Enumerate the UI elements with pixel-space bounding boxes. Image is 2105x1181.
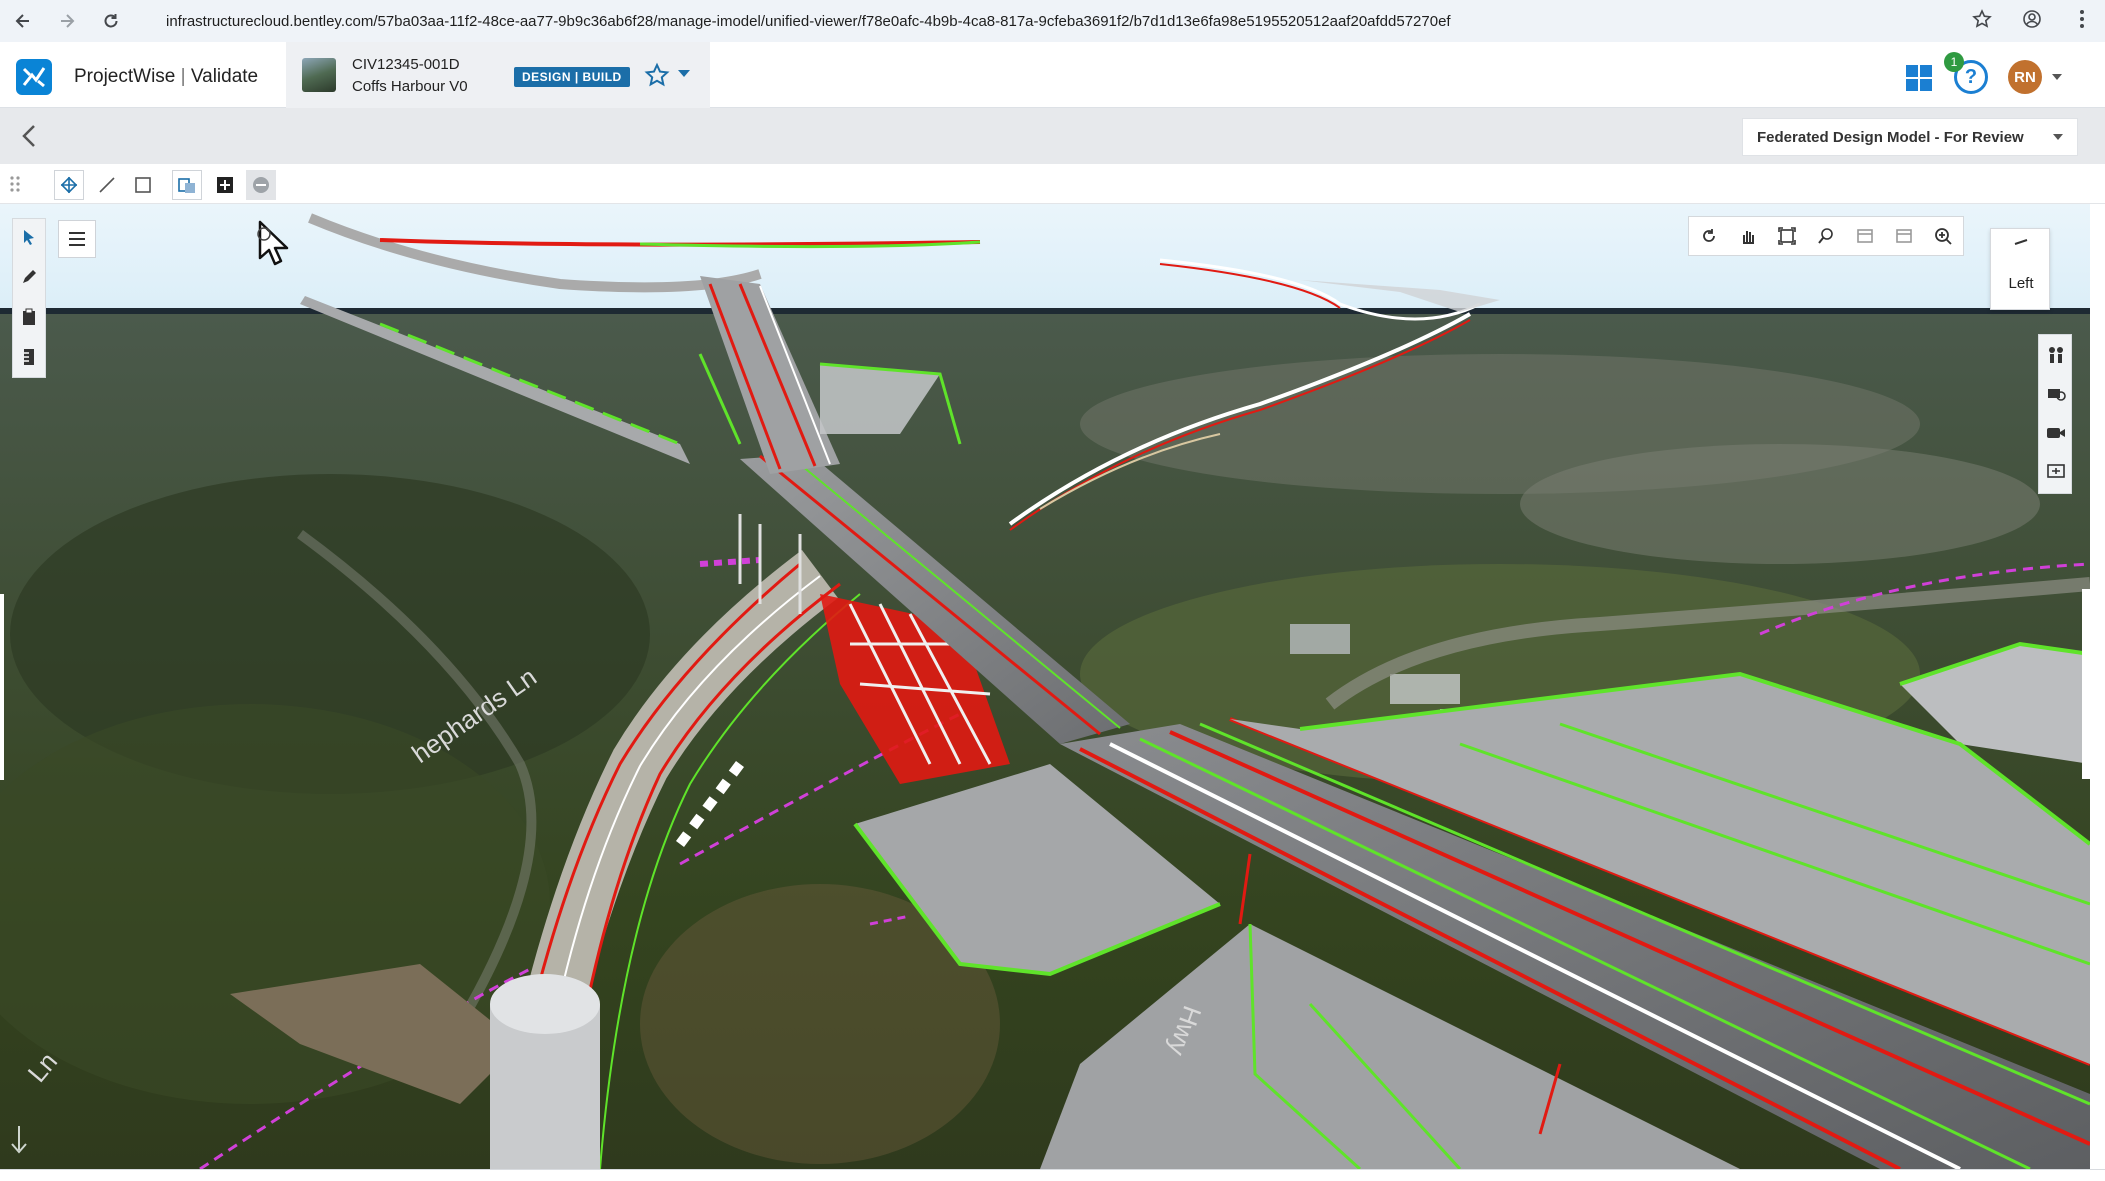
next-view-icon[interactable]	[1884, 217, 1923, 255]
project-thumbnail	[302, 58, 336, 92]
model-selector-label: Federated Design Model - For Review	[1757, 128, 2024, 146]
back-arrow-icon[interactable]	[8, 6, 38, 36]
view-cube-label: Left	[2008, 275, 2034, 292]
hamburger-menu-icon[interactable]	[58, 220, 96, 258]
chevron-down-icon[interactable]	[2052, 74, 2062, 80]
avatar[interactable]: RN	[2008, 60, 2042, 94]
measure-toolbar	[0, 164, 2105, 204]
previous-view-icon[interactable]	[1845, 217, 1884, 255]
ruler-icon[interactable]	[15, 341, 43, 373]
pan-hand-icon[interactable]	[1728, 217, 1767, 255]
profile-icon[interactable]	[2019, 6, 2045, 32]
status-bar	[0, 1169, 2105, 1181]
browser-actions	[1969, 6, 2095, 32]
view-cube[interactable]: Left	[1990, 228, 2050, 310]
3d-viewport[interactable]: hephards Ln Hwy Ln Left	[0, 204, 2090, 1169]
app-header: ProjectWise | Validate CIV12345-001D Cof…	[0, 42, 2105, 108]
chevron-left-icon[interactable]	[16, 122, 44, 150]
left-panel-handle[interactable]	[0, 594, 4, 780]
saved-views-icon[interactable]	[2042, 453, 2070, 489]
navigation-toolbar	[1688, 216, 1964, 256]
zoom-icon[interactable]	[1923, 217, 1962, 255]
model-selector[interactable]: Federated Design Model - For Review	[1742, 118, 2078, 156]
pencil-icon[interactable]	[15, 261, 43, 293]
app-logo-icon[interactable]	[16, 59, 52, 95]
chevron-down-icon[interactable]	[678, 70, 690, 77]
fit-extents-icon[interactable]	[1767, 217, 1806, 255]
project-name: Coffs Harbour V0	[352, 78, 468, 95]
camera-orbit-icon[interactable]	[2042, 375, 2070, 411]
drag-grip-icon[interactable]	[8, 175, 22, 193]
measure-line-icon[interactable]	[92, 170, 122, 200]
notification-badge[interactable]: 1	[1944, 52, 1964, 72]
zoom-window-icon[interactable]	[1806, 217, 1845, 255]
right-toolbox	[2038, 334, 2072, 494]
building	[1390, 674, 1460, 704]
bookmark-star-icon[interactable]	[1969, 6, 1995, 32]
remove-icon[interactable]	[246, 170, 276, 200]
viewer-subbar: Federated Design Model - For Review	[0, 108, 2105, 164]
walk-icon[interactable]	[2042, 337, 2070, 373]
left-toolbox	[12, 218, 46, 378]
rectangle-select-icon[interactable]	[128, 170, 158, 200]
app-brand: ProjectWise	[74, 66, 176, 87]
right-panel-handle[interactable]	[2082, 589, 2090, 779]
project-context[interactable]: CIV12345-001D Coffs Harbour V0 DESIGN | …	[286, 42, 710, 108]
apps-grid-icon[interactable]	[1905, 64, 1933, 92]
model-scene[interactable]: hephards Ln Hwy Ln	[0, 204, 2090, 1169]
favorite-star-icon[interactable]	[644, 62, 670, 88]
project-id: CIV12345-001D	[352, 56, 460, 73]
app-separator: |	[180, 66, 186, 87]
section-view-icon[interactable]	[172, 170, 202, 200]
address-bar[interactable]: infrastructurecloud.bentley.com/57ba03aa…	[128, 5, 1968, 37]
reload-icon[interactable]	[96, 6, 126, 36]
chevron-down-icon	[2053, 134, 2063, 140]
video-camera-icon[interactable]	[2042, 415, 2070, 451]
phase-badge: DESIGN | BUILD	[514, 67, 630, 87]
tunnel-portal	[490, 974, 600, 1034]
add-icon[interactable]	[210, 170, 240, 200]
rotate-icon[interactable]	[1689, 217, 1728, 255]
forward-arrow-icon[interactable]	[52, 6, 82, 36]
fit-view-icon[interactable]	[54, 170, 84, 200]
north-arrow-icon	[11, 1126, 27, 1154]
app-title: ProjectWise | Validate	[74, 66, 258, 88]
pointer-ring-icon	[257, 227, 271, 241]
clipboard-icon[interactable]	[15, 301, 43, 333]
app-module: Validate	[190, 66, 259, 87]
kebab-menu-icon[interactable]	[2069, 6, 2095, 32]
select-arrow-icon[interactable]	[15, 221, 43, 253]
building	[1290, 624, 1350, 654]
suburb-area	[1520, 444, 2040, 564]
view-cube-edge-icon	[2014, 239, 2028, 245]
